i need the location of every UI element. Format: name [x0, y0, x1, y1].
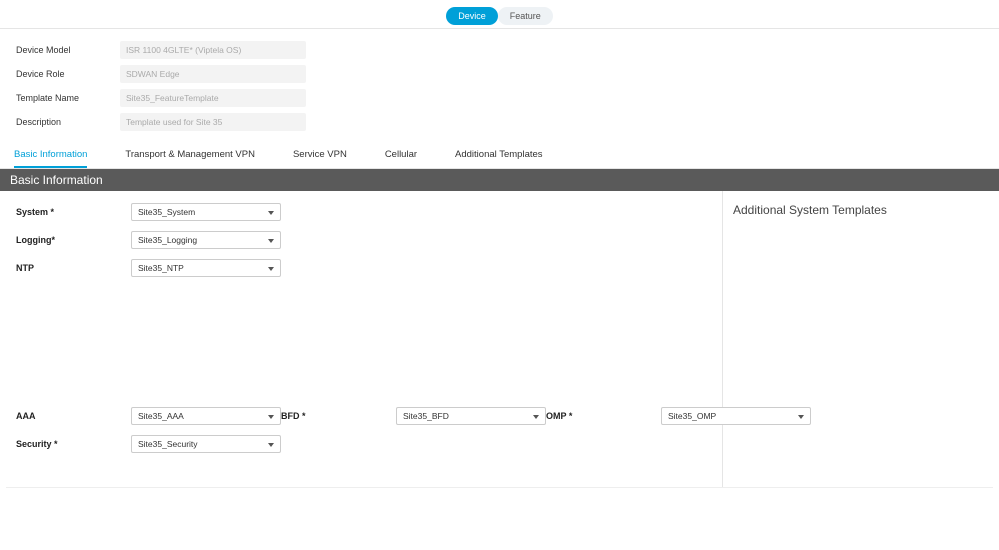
- system-select-value: Site35_System: [138, 207, 195, 217]
- system-label: System *: [16, 207, 131, 217]
- tab-transport-management-vpn[interactable]: Transport & Management VPN: [125, 143, 255, 168]
- tab-additional-templates[interactable]: Additional Templates: [455, 143, 543, 168]
- basic-info-panel: System * Site35_System Logging* Site35_L…: [6, 191, 993, 488]
- system-select[interactable]: Site35_System: [131, 203, 281, 221]
- bfd-select[interactable]: Site35_BFD: [396, 407, 546, 425]
- basic-info-left: System * Site35_System Logging* Site35_L…: [6, 191, 722, 487]
- logging-label: Logging*: [16, 235, 131, 245]
- template-name-label: Template Name: [16, 93, 120, 103]
- description-label: Description: [16, 117, 120, 127]
- device-model-label: Device Model: [16, 45, 120, 55]
- aaa-select[interactable]: Site35_AAA: [131, 407, 281, 425]
- device-toggle[interactable]: Device: [446, 7, 498, 25]
- section-title-bar: Basic Information: [0, 169, 999, 191]
- tab-basic-information[interactable]: Basic Information: [14, 143, 87, 168]
- lower-selects: AAA Site35_AAA Security * Site35_Securit…: [16, 407, 706, 463]
- security-label: Security *: [16, 439, 131, 449]
- security-select[interactable]: Site35_Security: [131, 435, 281, 453]
- security-select-value: Site35_Security: [138, 439, 198, 449]
- bfd-label: BFD *: [281, 411, 396, 421]
- logging-select[interactable]: Site35_Logging: [131, 231, 281, 249]
- omp-label: OMP *: [546, 411, 661, 421]
- omp-select-value: Site35_OMP: [668, 411, 716, 421]
- ntp-label: NTP: [16, 263, 131, 273]
- additional-system-templates-title: Additional System Templates: [733, 203, 983, 217]
- tab-cellular[interactable]: Cellular: [385, 143, 417, 168]
- omp-select[interactable]: Site35_OMP: [661, 407, 811, 425]
- section-title: Basic Information: [10, 173, 103, 187]
- ntp-select-value: Site35_NTP: [138, 263, 184, 273]
- aaa-select-value: Site35_AAA: [138, 411, 184, 421]
- template-name-field: Site35_FeatureTemplate: [120, 89, 306, 107]
- description-field: Template used for Site 35: [120, 113, 306, 131]
- tab-service-vpn[interactable]: Service VPN: [293, 143, 347, 168]
- feature-toggle[interactable]: Feature: [498, 7, 553, 25]
- template-meta-form: Device Model ISR 1100 4GLTE* (Viptela OS…: [0, 29, 999, 143]
- aaa-label: AAA: [16, 411, 131, 421]
- view-toggle-bar: Device Feature: [0, 3, 999, 29]
- ntp-select[interactable]: Site35_NTP: [131, 259, 281, 277]
- device-role-field: SDWAN Edge: [120, 65, 306, 83]
- device-role-label: Device Role: [16, 69, 120, 79]
- device-model-field: ISR 1100 4GLTE* (Viptela OS): [120, 41, 306, 59]
- logging-select-value: Site35_Logging: [138, 235, 197, 245]
- bfd-select-value: Site35_BFD: [403, 411, 449, 421]
- tab-bar: Basic Information Transport & Management…: [0, 143, 999, 169]
